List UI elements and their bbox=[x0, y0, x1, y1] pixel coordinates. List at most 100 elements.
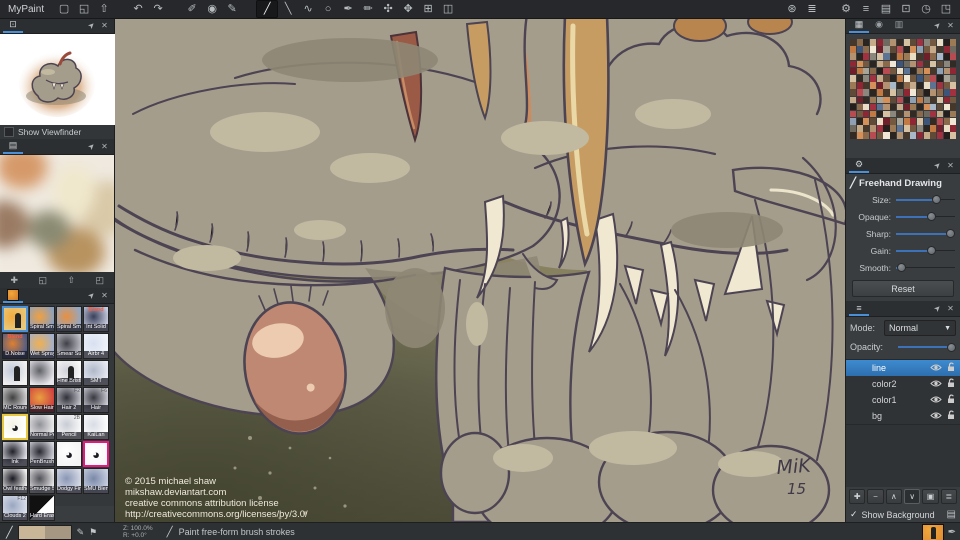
palette-swatch[interactable] bbox=[950, 97, 956, 104]
palette-swatch[interactable] bbox=[937, 68, 943, 75]
palette-swatch[interactable] bbox=[944, 82, 950, 89]
palette-swatch[interactable] bbox=[877, 89, 883, 96]
brush-tile[interactable]: SMU Blend bbox=[83, 468, 109, 494]
preview-tab[interactable]: ⊡ bbox=[3, 18, 23, 33]
palette-swatch[interactable] bbox=[904, 97, 910, 104]
brush-tile[interactable]: Normal Pencil bbox=[29, 414, 55, 440]
palette-swatch[interactable] bbox=[937, 61, 943, 68]
palette-swatch[interactable] bbox=[897, 82, 903, 89]
palette-swatch[interactable] bbox=[904, 132, 910, 139]
palette-swatch[interactable] bbox=[910, 39, 916, 46]
palette-swatch[interactable] bbox=[950, 104, 956, 111]
palette-swatch[interactable] bbox=[877, 132, 883, 139]
lock-alpha-mode-icon[interactable]: ◉ bbox=[202, 1, 222, 17]
brush-tile[interactable]: Airbr 4 bbox=[83, 333, 109, 359]
palette-swatch[interactable] bbox=[897, 68, 903, 75]
palette-swatch[interactable] bbox=[904, 125, 910, 132]
palette-swatch[interactable] bbox=[883, 125, 889, 132]
scratchpad-new-button[interactable]: ✚ bbox=[8, 274, 21, 287]
ellipse-tool-icon[interactable]: ○ bbox=[318, 1, 338, 17]
palette-swatch[interactable] bbox=[890, 97, 896, 104]
palette-swatch[interactable] bbox=[850, 111, 856, 118]
palette-swatch[interactable] bbox=[863, 111, 869, 118]
palette-swatch[interactable] bbox=[910, 53, 916, 60]
palette-swatch[interactable] bbox=[877, 53, 883, 60]
flag-icon[interactable]: ⚑ bbox=[89, 527, 97, 538]
palette-swatch[interactable] bbox=[910, 111, 916, 118]
about-icon[interactable]: ◷ bbox=[916, 1, 936, 17]
palette-swatch[interactable] bbox=[863, 125, 869, 132]
palette-swatch[interactable] bbox=[890, 68, 896, 75]
palette-swatch[interactable] bbox=[904, 111, 910, 118]
palette-swatch[interactable] bbox=[870, 118, 876, 125]
slider-knob[interactable] bbox=[946, 229, 955, 238]
palette-swatch[interactable] bbox=[944, 97, 950, 104]
palette-swatch[interactable] bbox=[850, 82, 856, 89]
slider-size[interactable] bbox=[896, 195, 955, 204]
palette-swatch[interactable] bbox=[850, 125, 856, 132]
palette-swatch[interactable] bbox=[870, 125, 876, 132]
palette-swatch[interactable] bbox=[897, 118, 903, 125]
brush-tile[interactable]: BlendD.Noise bbox=[2, 333, 28, 359]
palette-swatch[interactable] bbox=[944, 75, 950, 82]
slider-gain[interactable] bbox=[896, 246, 955, 255]
painting-canvas[interactable]: MiK 15 © 2015 michael shaw mikshaw.devia… bbox=[115, 18, 845, 522]
palette-swatch[interactable] bbox=[883, 53, 889, 60]
palette-swatch[interactable] bbox=[937, 89, 943, 96]
palette-swatch[interactable] bbox=[910, 82, 916, 89]
palette-swatch[interactable] bbox=[924, 118, 930, 125]
palette-swatch[interactable] bbox=[917, 132, 923, 139]
palette-swatch[interactable] bbox=[904, 53, 910, 60]
move-layer-tool-icon[interactable]: ✥ bbox=[398, 1, 418, 17]
palette-swatch[interactable] bbox=[897, 75, 903, 82]
layer-row-line[interactable]: line bbox=[846, 360, 960, 376]
brush-tile[interactable]: ◕ bbox=[56, 441, 82, 467]
layer-add-button[interactable]: ✚ bbox=[849, 489, 865, 504]
palette-swatch[interactable] bbox=[930, 118, 936, 125]
palette-swatch[interactable] bbox=[944, 68, 950, 75]
palette-swatch[interactable] bbox=[857, 75, 863, 82]
palette-swatch[interactable] bbox=[857, 61, 863, 68]
palette-swatch[interactable] bbox=[917, 125, 923, 132]
palette-swatch[interactable] bbox=[877, 82, 883, 89]
slider-opaque[interactable] bbox=[896, 212, 955, 221]
palette-swatch[interactable] bbox=[904, 39, 910, 46]
brush-tile[interactable] bbox=[29, 360, 55, 386]
layer-remove-button[interactable]: − bbox=[867, 489, 883, 504]
palette-swatch[interactable] bbox=[883, 111, 889, 118]
palette-swatch[interactable] bbox=[857, 46, 863, 53]
layer-merge-down-button[interactable]: ≣ bbox=[941, 489, 957, 504]
show-viewfinder-checkbox[interactable] bbox=[4, 127, 14, 137]
palette-swatch[interactable] bbox=[850, 97, 856, 104]
palette-swatch[interactable] bbox=[950, 46, 956, 53]
palette-swatch[interactable] bbox=[944, 104, 950, 111]
layer-opacity-slider[interactable] bbox=[898, 343, 956, 352]
palette-swatch[interactable] bbox=[897, 39, 903, 46]
palette-swatch[interactable] bbox=[857, 111, 863, 118]
palette-swatch[interactable] bbox=[877, 39, 883, 46]
palette-swatch[interactable] bbox=[870, 46, 876, 53]
palette-swatch[interactable] bbox=[870, 104, 876, 111]
mypaint-menu[interactable]: MyPaint bbox=[0, 4, 54, 15]
background-document-icon[interactable]: ▤ bbox=[947, 509, 956, 520]
palette-swatch[interactable] bbox=[924, 61, 930, 68]
palette-swatch[interactable] bbox=[857, 89, 863, 96]
open-file-icon[interactable]: ◱ bbox=[74, 1, 94, 17]
palette-swatch[interactable] bbox=[950, 111, 956, 118]
main-menu-icon[interactable]: ≡ bbox=[856, 1, 876, 17]
brush-tile[interactable]: Ink bbox=[2, 441, 28, 467]
palette-swatch[interactable] bbox=[877, 125, 883, 132]
palette-swatch[interactable] bbox=[897, 97, 903, 104]
palette-swatch[interactable] bbox=[910, 75, 916, 82]
brush-tile[interactable]: F6Hair bbox=[83, 387, 109, 413]
palette-swatch[interactable] bbox=[950, 125, 956, 132]
palette-swatch[interactable] bbox=[870, 89, 876, 96]
palette-swatch[interactable] bbox=[937, 111, 943, 118]
new-file-icon[interactable]: ▢ bbox=[54, 1, 74, 17]
slider-knob[interactable] bbox=[927, 246, 936, 255]
edit-color-icon[interactable]: ✎ bbox=[77, 527, 85, 538]
show-background-checkbox[interactable]: ✓ bbox=[850, 509, 858, 520]
palette-swatch[interactable] bbox=[924, 104, 930, 111]
palette-swatch[interactable] bbox=[937, 53, 943, 60]
slider-sharp[interactable] bbox=[896, 229, 955, 238]
